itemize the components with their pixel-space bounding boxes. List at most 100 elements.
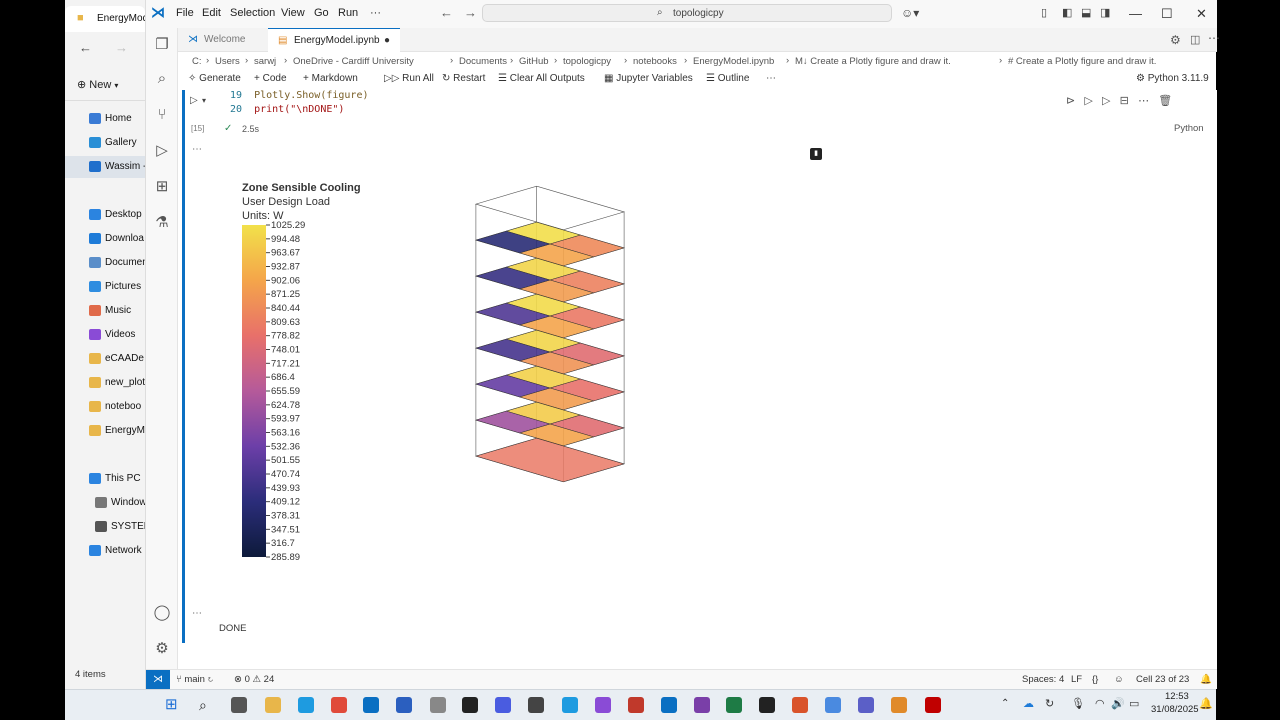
restart-button[interactable]: ↻ Restart — [442, 73, 485, 84]
new-button[interactable]: ⊕ New ▾ — [77, 78, 118, 91]
menu-selection[interactable]: Selection — [230, 7, 275, 19]
sidebar-item[interactable]: Pictures — [65, 276, 145, 298]
search-icon[interactable]: ⌕ — [199, 697, 215, 713]
source-control-icon[interactable]: ⑂ — [153, 106, 171, 124]
cell-status[interactable]: Cell 23 of 23 — [1136, 674, 1189, 685]
notifications-icon[interactable]: 🔔 — [1200, 674, 1212, 685]
sidebar-item[interactable]: eCAADe — [65, 348, 145, 370]
sidebar-item[interactable]: Music — [65, 300, 145, 322]
breadcrumb-item[interactable]: GitHub — [519, 56, 549, 67]
menu-more[interactable]: ··· — [370, 7, 381, 19]
start-icon[interactable]: ⊞ — [165, 697, 181, 713]
extensions-icon[interactable]: ⊞ — [153, 178, 171, 196]
back-icon[interactable]: ← — [79, 40, 92, 55]
forward-icon[interactable]: → — [115, 40, 128, 55]
generate-button[interactable]: ✧ Generate — [188, 73, 241, 84]
cell-language[interactable]: Python — [1174, 123, 1204, 134]
battery-icon[interactable]: ▭ — [1129, 697, 1139, 710]
settings-gear-icon[interactable]: ⚙ — [153, 640, 171, 658]
breadcrumb-item[interactable]: Users — [215, 56, 240, 67]
sidebar-item[interactable]: Desktop — [65, 204, 145, 226]
teams-icon[interactable] — [858, 697, 874, 713]
sidebar-item[interactable]: Documen — [65, 252, 145, 274]
layout-right-icon[interactable]: ◨ — [1100, 6, 1110, 19]
file-explorer-icon[interactable] — [265, 697, 281, 713]
maximize-icon[interactable]: ☐ — [1161, 6, 1173, 22]
sidebar-item[interactable]: EnergyMo — [65, 420, 145, 442]
code-line[interactable]: 19 Plotly.Show(figure) — [230, 90, 368, 101]
terminal-icon[interactable] — [462, 697, 478, 713]
tray-overflow-icon[interactable]: ⌃ — [1001, 698, 1009, 709]
outline-button[interactable]: ☰ Outline — [706, 73, 749, 84]
menu-view[interactable]: View — [281, 7, 305, 19]
breadcrumb-item[interactable]: OneDrive - Cardiff University — [293, 56, 414, 67]
sidebar-item[interactable]: Wassim - — [65, 156, 145, 178]
sync-tray-icon[interactable]: ↻ — [1045, 697, 1054, 710]
explorer-icon[interactable]: ❐ — [153, 36, 171, 54]
sidebar-item[interactable]: SYSTEM — [65, 516, 145, 538]
network-app-icon[interactable] — [825, 697, 841, 713]
word-icon[interactable] — [396, 697, 412, 713]
zoom-icon[interactable] — [495, 697, 511, 713]
menu-edit[interactable]: Edit — [202, 7, 221, 19]
breadcrumb-item[interactable]: C: — [192, 56, 202, 67]
microphone-icon[interactable]: 🎙 — [1071, 697, 1085, 710]
sidebar-item[interactable]: This PC — [65, 468, 145, 490]
volume-icon[interactable]: 🔊 — [1111, 697, 1125, 710]
search-view-icon[interactable]: ⌕ — [153, 70, 171, 88]
remote-indicator-icon[interactable]: ⋊ — [146, 670, 170, 690]
blender-icon[interactable] — [891, 697, 907, 713]
github-icon[interactable] — [528, 697, 544, 713]
testing-icon[interactable]: ⚗ — [153, 214, 171, 232]
sidebar-item[interactable]: noteboo — [65, 396, 145, 418]
jupyter-variables-button[interactable]: ▦ Jupyter Variables — [604, 73, 693, 84]
clock-date[interactable]: 31/08/2025 — [1151, 704, 1199, 715]
layout-panel-icon[interactable]: ⬓ — [1081, 6, 1091, 19]
kernel-picker[interactable]: ⚙ Python 3.11.9 — [1136, 73, 1209, 84]
sidebar-item[interactable]: new_plot — [65, 372, 145, 394]
branch-status[interactable]: ⑂ main ↻ — [176, 674, 213, 685]
unsaved-dot-icon[interactable]: ● — [384, 35, 390, 46]
sidebar-item[interactable]: Downloa — [65, 228, 145, 250]
podcast-icon[interactable] — [694, 697, 710, 713]
clock-time[interactable]: 12:53 — [1165, 691, 1189, 702]
split-cell-icon[interactable]: ⊟ — [1120, 95, 1129, 107]
language-status[interactable]: {} — [1092, 674, 1098, 685]
tab-energymodel[interactable]: ▤ EnergyModel.ipynb ● — [268, 28, 400, 52]
notification-center-icon[interactable]: 🔔 — [1199, 697, 1213, 710]
run-all-button[interactable]: ▷▷ Run All — [384, 73, 434, 84]
outlook-icon[interactable] — [363, 697, 379, 713]
tab-settings-icon[interactable]: ⚙ — [1170, 33, 1181, 47]
task-view-icon[interactable] — [231, 697, 247, 713]
sidebar-item[interactable]: Home — [65, 108, 145, 130]
split-editor-icon[interactable]: ◫ — [1190, 33, 1200, 46]
tab-welcome[interactable]: ⋊ Welcome — [178, 28, 268, 52]
wifi-icon[interactable]: ◠ — [1095, 697, 1105, 710]
breadcrumb-item[interactable]: M↓ Create a Plotly figure and draw it. — [795, 56, 951, 67]
execute-below-icon[interactable]: ▷ — [1102, 95, 1110, 107]
delete-cell-icon[interactable]: 🗑 — [1158, 95, 1172, 107]
app-icon[interactable] — [430, 697, 446, 713]
breadcrumb-item[interactable]: notebooks — [633, 56, 677, 67]
powerpoint-icon[interactable] — [792, 697, 808, 713]
breadcrumb-item[interactable]: Documents — [459, 56, 507, 67]
toolbar-more-icon[interactable]: ⋯ — [766, 73, 776, 84]
breadcrumb-item[interactable]: EnergyModel.ipynb — [693, 56, 774, 67]
acrobat-icon[interactable] — [628, 697, 644, 713]
indent-status[interactable]: Spaces: 4 — [1022, 674, 1064, 685]
vscode-icon[interactable] — [661, 697, 677, 713]
layout-left-icon[interactable]: ◧ — [1062, 6, 1072, 19]
sidebar-item[interactable]: Videos — [65, 324, 145, 346]
breadcrumb-item[interactable]: # Create a Plotly figure and draw it. — [1008, 56, 1156, 67]
layout-sidebar-icon[interactable]: ▯ — [1041, 6, 1047, 19]
copilot-status-icon[interactable]: ☺ — [1114, 674, 1124, 685]
output-more-icon[interactable]: ⋯ — [192, 608, 202, 619]
affinity-icon[interactable] — [595, 697, 611, 713]
eol-status[interactable]: LF — [1071, 674, 1082, 685]
excel-icon[interactable] — [726, 697, 742, 713]
plotly-modebar-icon[interactable]: ▮ — [810, 148, 822, 160]
chevron-down-icon[interactable]: ▾ — [202, 96, 206, 105]
sidebar-item[interactable]: Window — [65, 492, 145, 514]
breadcrumb-item[interactable]: sarwj — [254, 56, 276, 67]
nav-back-icon[interactable]: ← — [440, 5, 453, 20]
